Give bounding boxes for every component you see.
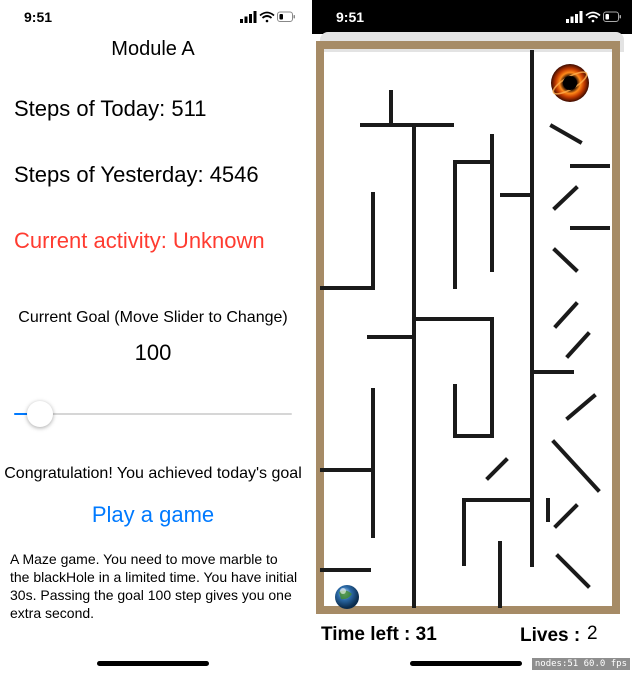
- maze-walls: [320, 50, 610, 608]
- congrats-message: Congratulation! You achieved today's goa…: [4, 465, 302, 482]
- game-description: A Maze game. You need to move marble to …: [10, 551, 298, 621]
- goal-slider-thumb[interactable]: [26, 401, 53, 427]
- lives-value: 2: [587, 623, 598, 644]
- status-time: 9:51: [24, 9, 53, 25]
- home-indicator[interactable]: [97, 661, 209, 666]
- maze-board[interactable]: [312, 0, 632, 678]
- signal-icon: [240, 11, 257, 23]
- debug-stats: nodes:51 60.0 fps: [531, 658, 630, 670]
- maze-game-screen: 9:51 Time left: 31 Lives: 2 nodes:51 6…: [312, 0, 632, 678]
- steps-yesterday-label: Steps of Yesterday: 4546: [14, 162, 259, 187]
- status-bar: 9:51: [0, 0, 306, 34]
- steps-today-label: Steps of Today: 511: [14, 96, 207, 121]
- current-activity-label: Current activity: Unknown: [14, 228, 265, 253]
- marble-icon: [335, 585, 359, 609]
- battery-icon: [277, 11, 295, 22]
- time-left-label: Time left :: [321, 624, 416, 645]
- module-a-screen: 9:51 Module A Steps of Today: 511 Steps …: [0, 0, 306, 678]
- page-title: Module A: [111, 38, 195, 60]
- home-indicator[interactable]: [410, 661, 522, 666]
- black-hole-icon: [551, 64, 589, 102]
- goal-label: Current Goal (Move Slider to Change): [18, 309, 288, 326]
- status-icons: [240, 11, 295, 23]
- play-game-button[interactable]: Play a game: [0, 502, 306, 528]
- lives-label: Lives :: [520, 625, 581, 646]
- time-left-value: 31: [415, 624, 437, 645]
- maze-border: [316, 41, 620, 614]
- time-left-display: Time left : 31: [321, 624, 437, 646]
- goal-slider-track[interactable]: [14, 413, 292, 415]
- goal-value: 100: [134, 340, 172, 365]
- wifi-icon: [259, 11, 275, 23]
